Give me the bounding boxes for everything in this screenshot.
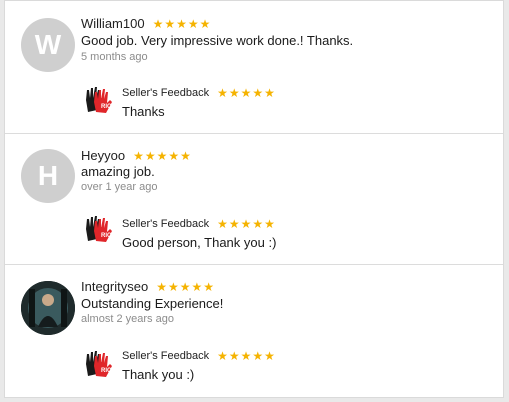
reviewer-header: William100 ★ ★ ★ ★ ★ xyxy=(81,16,211,31)
avatar-photo-icon xyxy=(21,281,75,335)
star-icon: ★ xyxy=(217,217,228,231)
review-item: H Heyyoo ★ ★ ★ ★ ★ amazing job. over 1 year … xyxy=(5,134,503,265)
seller-feedback-header: Seller's Feedback ★ ★ ★ ★ ★ xyxy=(122,87,276,99)
star-icon: ★ xyxy=(164,16,176,31)
avatar-letter: H xyxy=(37,160,59,191)
star-icon: ★ xyxy=(167,279,179,294)
avatar-letter: W xyxy=(34,29,62,60)
star-icon: ★ xyxy=(180,148,191,163)
reviewer-name[interactable]: Integrityseo xyxy=(81,279,148,294)
star-icon: ★ xyxy=(228,86,240,100)
seller-rating-stars: ★ ★ ★ ★ ★ xyxy=(217,218,276,230)
seller-logo-icon: RIO xyxy=(82,212,114,244)
review-time: over 1 year ago xyxy=(81,181,158,193)
svg-text:RIO: RIO xyxy=(101,233,112,239)
reviewer-name[interactable]: William100 xyxy=(81,16,145,31)
star-icon: ★ xyxy=(156,279,167,294)
star-icon: ★ xyxy=(199,16,211,31)
review-time: 5 months ago xyxy=(81,51,148,63)
star-icon: ★ xyxy=(217,86,228,100)
review-comment: amazing job. xyxy=(81,164,155,179)
svg-text:RIO: RIO xyxy=(101,368,112,374)
star-icon: ★ xyxy=(240,217,252,231)
seller-logo-icon: RIO xyxy=(82,347,114,379)
seller-feedback-header: Seller's Feedback ★ ★ ★ ★ ★ xyxy=(122,218,276,230)
review-comment: Good job. Very impressive work done.! Th… xyxy=(81,33,354,48)
seller-rating-stars: ★ ★ ★ ★ ★ xyxy=(217,350,276,362)
seller-rating-stars: ★ ★ ★ ★ ★ xyxy=(217,87,276,99)
star-icon: ★ xyxy=(168,148,180,163)
seller-feedback-label: Seller's Feedback xyxy=(122,87,210,99)
review-time: almost 2 years ago xyxy=(81,313,174,325)
seller-logo-icon: RIO xyxy=(82,83,114,115)
review-item: Integrityseo ★ ★ ★ ★ ★ Outstanding Experienc… xyxy=(5,265,503,399)
seller-feedback-header: Seller's Feedback ★ ★ ★ ★ ★ xyxy=(122,350,276,362)
star-icon: ★ xyxy=(252,86,264,100)
star-icon: ★ xyxy=(228,217,240,231)
svg-text:RIO: RIO xyxy=(101,104,112,110)
star-icon: ★ xyxy=(240,349,252,363)
avatar[interactable] xyxy=(21,281,75,335)
star-icon: ★ xyxy=(176,16,187,31)
star-icon: ★ xyxy=(187,16,199,31)
star-icon: ★ xyxy=(252,349,264,363)
star-icon: ★ xyxy=(264,349,275,363)
star-icon: ★ xyxy=(133,148,144,163)
seller-reply: Thanks xyxy=(122,104,165,119)
reviewer-header: Heyyoo ★ ★ ★ ★ ★ xyxy=(81,148,192,163)
review-comment: Outstanding Experience! xyxy=(81,296,224,311)
star-icon: ★ xyxy=(252,217,264,231)
review-item: W William100 ★ ★ ★ ★ ★ Good job. Very impres… xyxy=(5,1,503,134)
star-icon: ★ xyxy=(264,217,275,231)
avatar[interactable]: W xyxy=(21,18,75,72)
star-icon: ★ xyxy=(144,148,156,163)
avatar[interactable]: H xyxy=(21,149,75,203)
star-icon: ★ xyxy=(191,279,203,294)
star-icon: ★ xyxy=(264,86,275,100)
star-icon: ★ xyxy=(217,349,228,363)
star-icon: ★ xyxy=(179,279,191,294)
star-icon: ★ xyxy=(228,349,240,363)
star-icon: ★ xyxy=(152,16,164,31)
star-icon: ★ xyxy=(156,148,168,163)
rating-stars: ★ ★ ★ ★ ★ xyxy=(153,18,212,30)
reviewer-header: Integrityseo ★ ★ ★ ★ ★ xyxy=(81,279,215,294)
seller-feedback-label: Seller's Feedback xyxy=(122,350,210,362)
seller-feedback-label: Seller's Feedback xyxy=(122,218,210,230)
star-icon: ★ xyxy=(203,279,215,294)
reviewer-name[interactable]: Heyyoo xyxy=(81,148,125,163)
star-icon: ★ xyxy=(240,86,252,100)
seller-reply: Thank you :) xyxy=(122,367,195,382)
seller-reply: Good person, Thank you :) xyxy=(122,235,277,250)
rating-stars: ★ ★ ★ ★ ★ xyxy=(133,150,192,162)
reviews-panel: W William100 ★ ★ ★ ★ ★ Good job. Very impres… xyxy=(4,0,504,398)
rating-stars: ★ ★ ★ ★ ★ xyxy=(156,281,215,293)
